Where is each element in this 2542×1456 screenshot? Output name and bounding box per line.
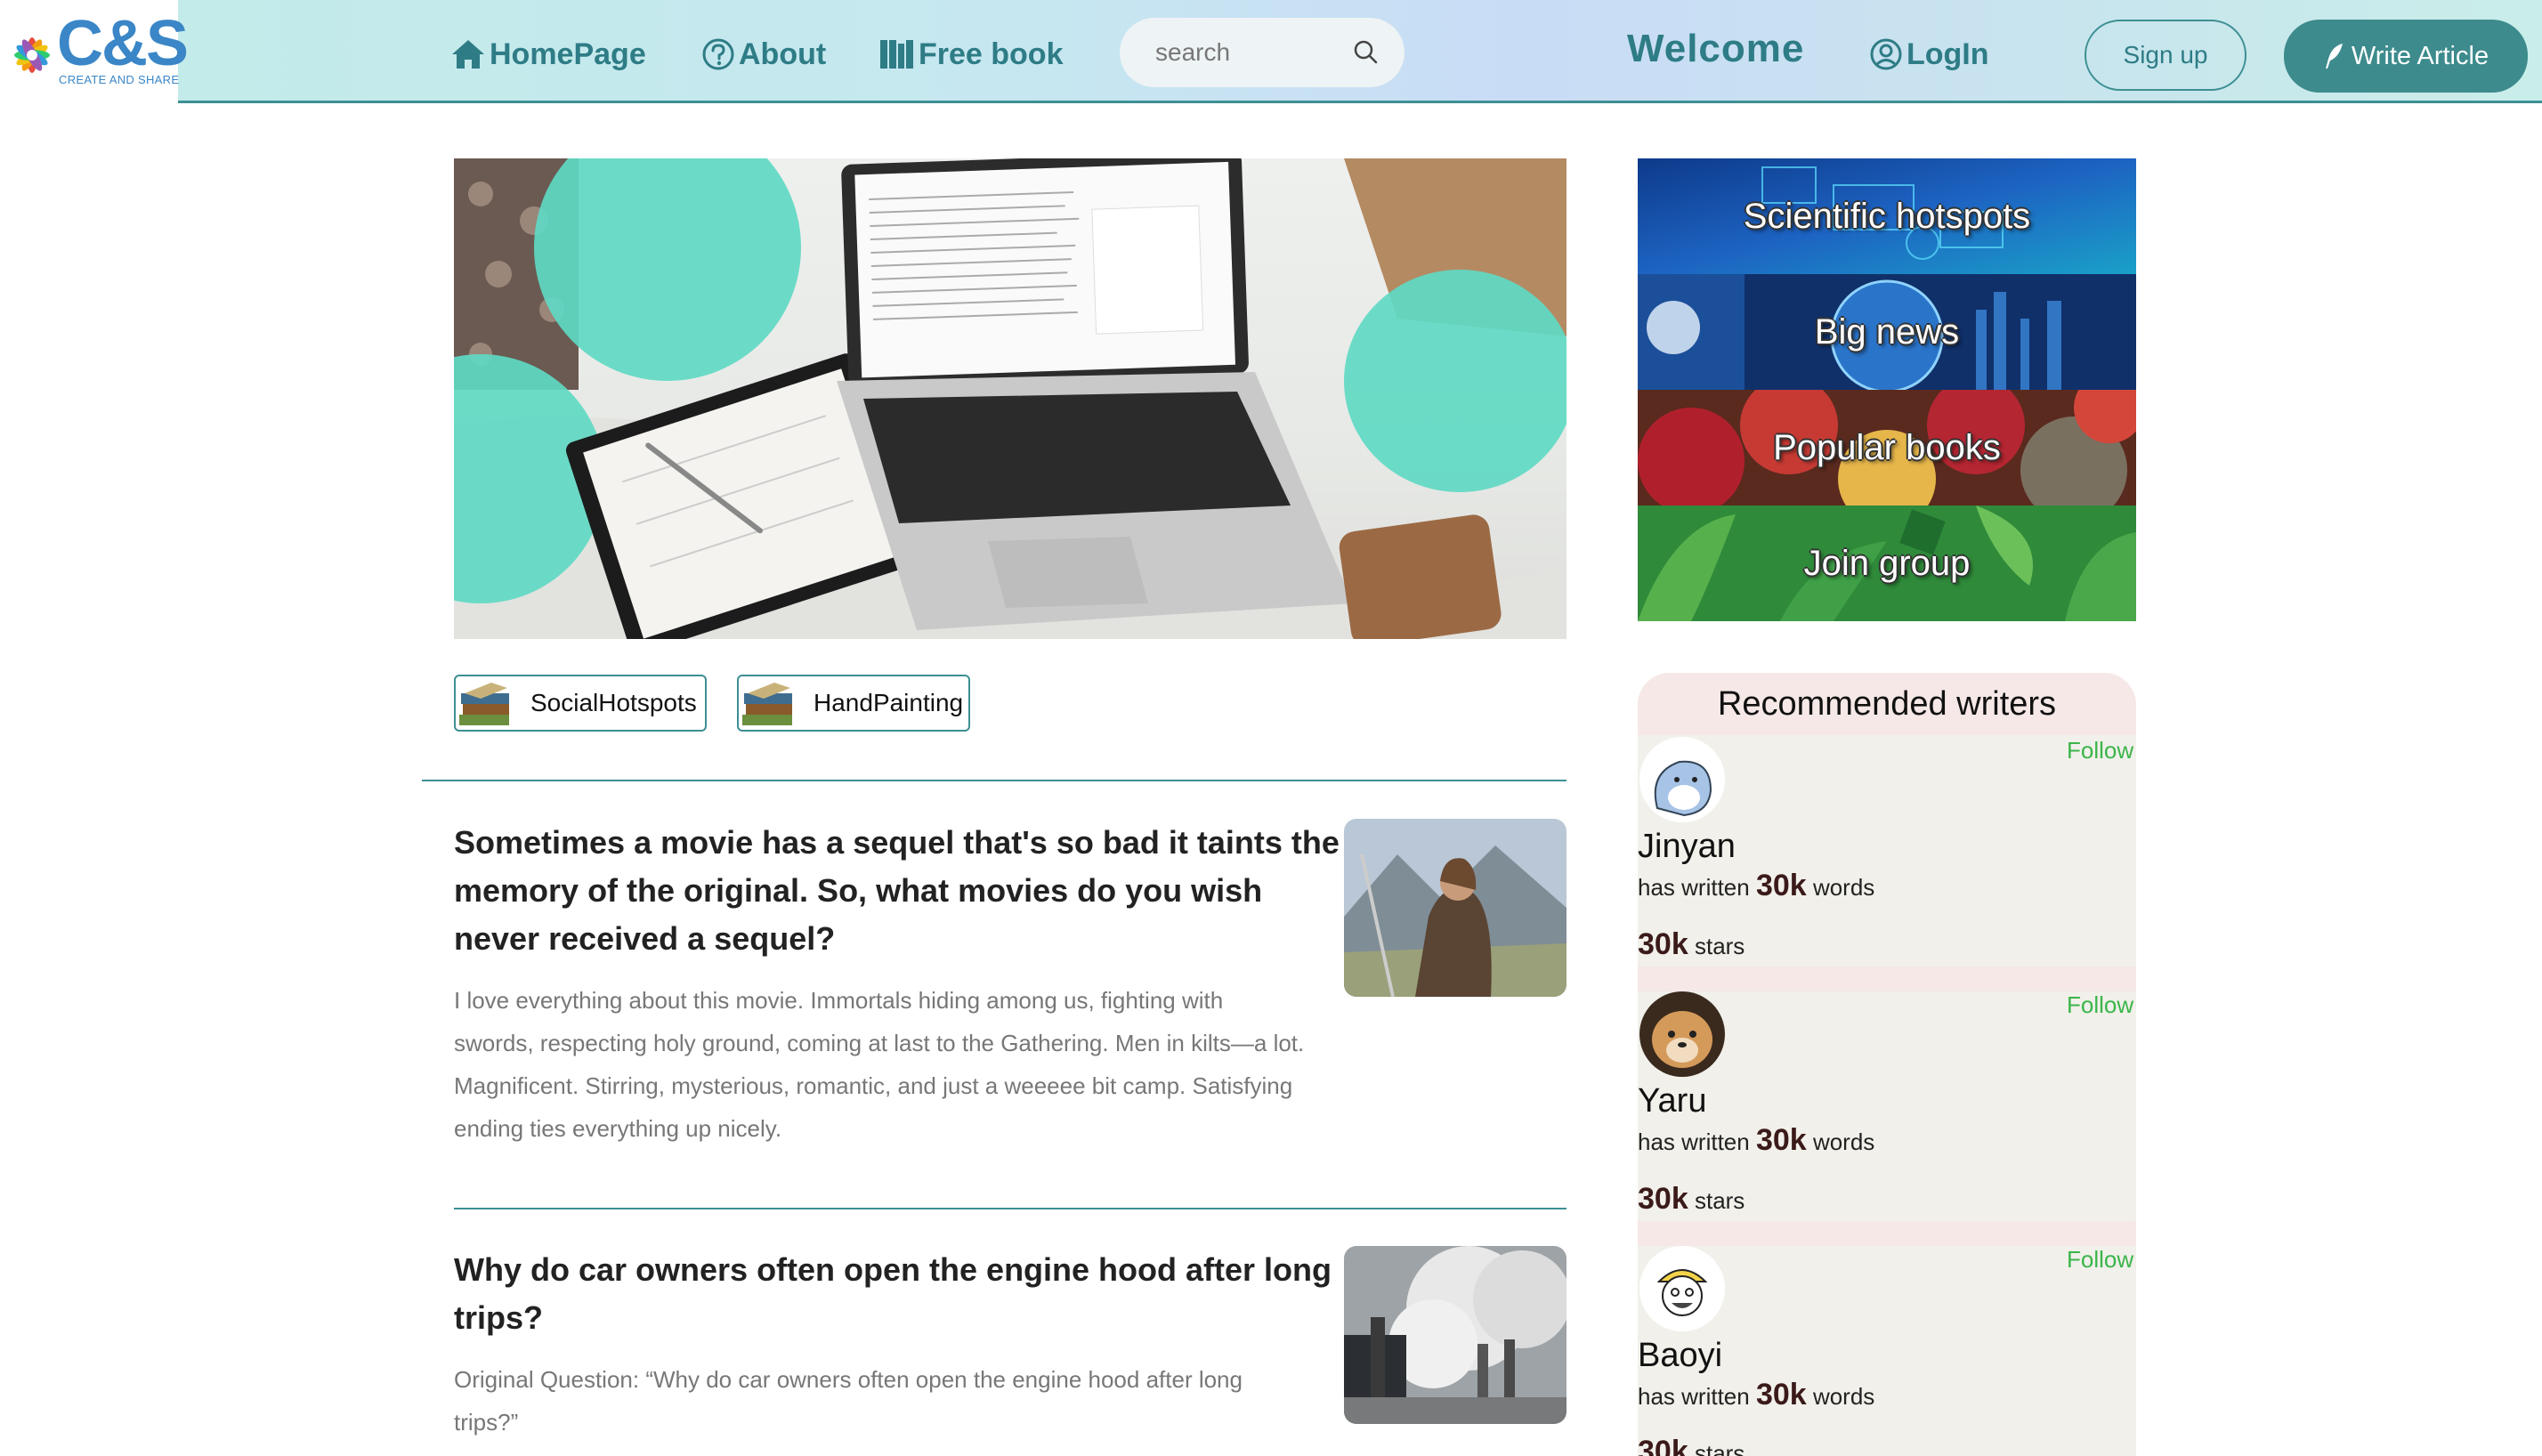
tag-label: SocialHotspots — [530, 689, 697, 716]
banner-label: Big news — [1814, 311, 1960, 352]
avatar[interactable] — [1639, 1246, 1725, 1331]
words-count: 30k — [1755, 869, 1807, 902]
words-suffix: words — [1812, 874, 1875, 901]
writer-name[interactable]: Baoyi — [1638, 1337, 1722, 1375]
article-title[interactable]: Why do car owners often open the engine … — [454, 1246, 1344, 1342]
writer-words: has written 30k words — [1638, 1123, 1874, 1158]
article-thumbnail[interactable] — [1344, 1246, 1566, 1424]
hero-illustration — [454, 158, 1566, 639]
hero-image[interactable] — [454, 158, 1566, 639]
follow-button[interactable]: Follow — [2067, 737, 2133, 764]
nav-free-book[interactable]: Free book — [879, 32, 1063, 77]
nav-about[interactable]: About — [701, 32, 826, 77]
stars-suffix: stars — [1694, 1187, 1745, 1214]
words-suffix: words — [1812, 1383, 1875, 1410]
article-thumbnail[interactable] — [1344, 819, 1566, 997]
stars-count: 30k — [1638, 1182, 1688, 1216]
writer-name[interactable]: Jinyan — [1638, 828, 1736, 866]
words-suffix: words — [1812, 1128, 1875, 1155]
user-circle-icon — [1870, 38, 1902, 70]
nav-homepage[interactable]: HomePage — [450, 32, 646, 77]
logo-text: C&S — [57, 8, 189, 79]
words-prefix: has written — [1638, 874, 1750, 901]
writer-words: has written 30k words — [1638, 1378, 1874, 1412]
nav-login[interactable]: LogIn — [1869, 32, 1989, 77]
write-article-label: Write Article — [2351, 41, 2489, 70]
writer-stars: 30k stars — [1638, 1435, 1745, 1456]
writer-words: has written 30k words — [1638, 869, 1874, 903]
nav-free-book-label: Free book — [919, 36, 1064, 71]
words-prefix: has written — [1638, 1383, 1750, 1410]
article-excerpt: Original Question: “Why do car owners of… — [454, 1366, 1243, 1436]
banner-big-news[interactable]: Big news — [1638, 274, 2136, 390]
banner-popular-books[interactable]: Popular books — [1638, 390, 2136, 506]
tag-social-hotspots[interactable]: SocialHotspots — [454, 675, 707, 732]
avatar[interactable] — [1639, 737, 1725, 822]
dog-avatar-icon — [1639, 991, 1725, 1077]
write-article-button[interactable]: Write Article — [2284, 20, 2528, 93]
banner-join-group[interactable]: Join group — [1638, 506, 2136, 621]
tag-hand-painting[interactable]: HandPainting — [737, 675, 970, 732]
divider — [422, 780, 1566, 781]
divider — [1638, 1221, 2136, 1246]
divider — [454, 1208, 1566, 1209]
top-header: C&S CREATE AND SHARE HomePage About Free… — [0, 0, 2542, 103]
words-count: 30k — [1755, 1123, 1807, 1157]
site-logo[interactable]: C&S CREATE AND SHARE — [0, 0, 189, 103]
tag-label: HandPainting — [814, 689, 964, 716]
books-icon — [880, 40, 913, 69]
banner-label: Popular books — [1773, 427, 2001, 467]
search-input[interactable] — [1155, 38, 1351, 67]
nav-about-label: About — [739, 36, 827, 71]
stacked-books-icon — [742, 683, 792, 725]
home-icon — [452, 40, 484, 69]
words-prefix: has written — [1638, 1128, 1750, 1155]
stars-suffix: stars — [1694, 1440, 1745, 1456]
banner-label: Scientific hotspots — [1743, 196, 2031, 236]
writer-stars: 30k stars — [1638, 927, 1745, 962]
search-icon[interactable] — [1351, 38, 1380, 67]
writer-stars: 30k stars — [1638, 1182, 1745, 1217]
banner-label: Join group — [1803, 543, 1971, 583]
follow-button[interactable]: Follow — [2067, 991, 2133, 1019]
panel-title: Recommended writers — [1638, 673, 2136, 735]
stars-suffix: stars — [1694, 933, 1745, 959]
cartoon-man-avatar-icon — [1639, 1246, 1725, 1331]
article-excerpt: I love everything about this movie. Immo… — [454, 987, 1305, 1142]
stacked-books-icon — [459, 683, 509, 725]
movie-scene-image — [1344, 819, 1566, 997]
writer-name[interactable]: Yaru — [1638, 1082, 1706, 1120]
stars-count: 30k — [1638, 927, 1688, 961]
welcome-text: Welcome — [1627, 27, 1805, 70]
words-count: 30k — [1755, 1378, 1807, 1412]
search-bar — [1120, 18, 1405, 87]
article-title[interactable]: Sometimes a movie has a sequel that's so… — [454, 819, 1344, 963]
divider — [1638, 967, 2136, 991]
dolphin-avatar-icon — [1639, 737, 1725, 822]
nav-login-label: LogIn — [1906, 36, 1989, 71]
feather-pen-icon — [2325, 44, 2343, 69]
signup-button[interactable]: Sign up — [2085, 20, 2247, 91]
flower-logo-icon — [14, 37, 50, 73]
question-circle-icon — [702, 38, 734, 70]
banner-scientific-hotspots[interactable]: Scientific hotspots — [1638, 158, 2136, 274]
logo-subtitle: CREATE AND SHARE — [59, 73, 180, 86]
car-smoke-image — [1344, 1246, 1566, 1424]
follow-button[interactable]: Follow — [2067, 1246, 2133, 1274]
avatar[interactable] — [1639, 991, 1725, 1077]
stars-count: 30k — [1638, 1435, 1688, 1456]
nav-homepage-label: HomePage — [490, 36, 646, 71]
